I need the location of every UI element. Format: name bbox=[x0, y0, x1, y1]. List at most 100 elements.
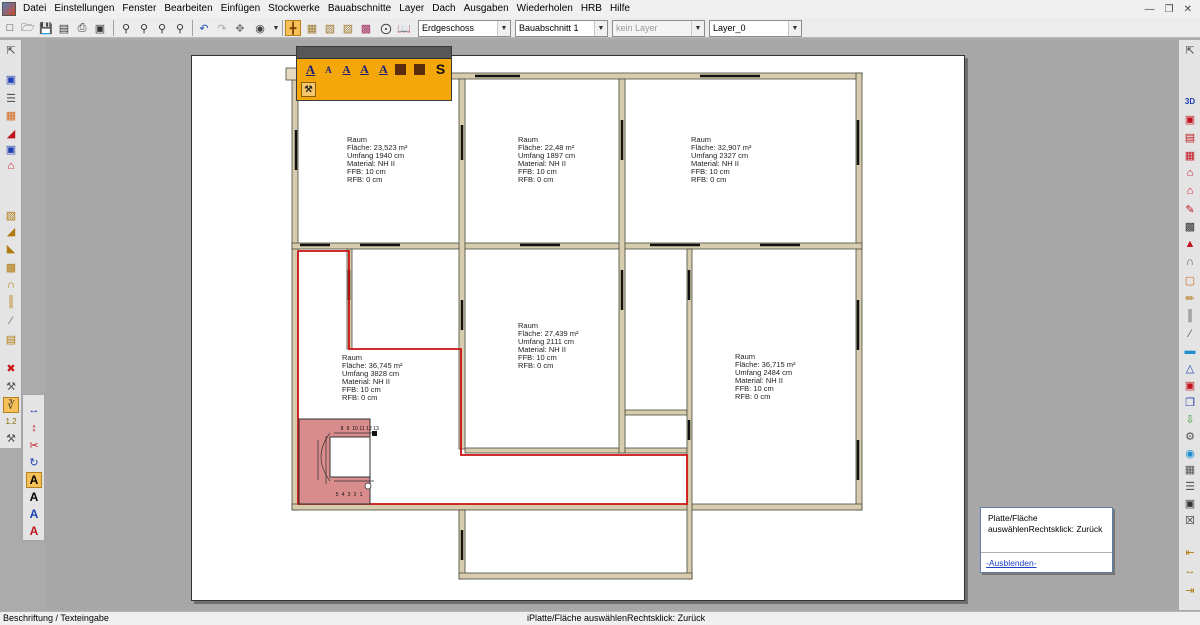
ramp-icon[interactable]: ◢ bbox=[3, 223, 19, 239]
text-medium-icon[interactable]: A bbox=[339, 62, 354, 77]
globe-icon[interactable]: ◉ bbox=[1182, 445, 1198, 461]
align-center-icon[interactable]: ↔ bbox=[1182, 563, 1198, 579]
layers-icon[interactable]: ☰ bbox=[3, 90, 19, 106]
align-right-icon[interactable]: ⇥ bbox=[1182, 582, 1198, 598]
book-icon[interactable]: 📖 bbox=[396, 20, 412, 36]
label-tool-icon[interactable]: ∛ bbox=[3, 397, 19, 413]
dimension-tool-icon[interactable]: ╋ bbox=[285, 20, 301, 36]
list-icon[interactable]: ☰ bbox=[1182, 478, 1198, 494]
menu-bearbeiten[interactable]: Bearbeiten bbox=[160, 0, 216, 18]
pointer-icon[interactable]: ⇱ bbox=[1182, 42, 1198, 58]
print-preview-icon[interactable]: ▤ bbox=[56, 20, 72, 36]
text-color-icon[interactable]: A bbox=[26, 506, 42, 522]
house-icon[interactable]: ⌂ bbox=[1182, 165, 1198, 181]
3d-view-icon[interactable]: 3D bbox=[1182, 93, 1198, 109]
menu-wiederholen[interactable]: Wiederholen bbox=[513, 0, 577, 18]
open-folder-icon[interactable]: 🗁 bbox=[20, 20, 36, 36]
measure-icon[interactable]: ⚒ bbox=[3, 430, 19, 446]
save-icon[interactable]: 💾 bbox=[38, 20, 54, 36]
filter-icon[interactable]: ⨀ bbox=[378, 20, 394, 36]
text-format-toolbar[interactable]: A A A A A S ⚒ bbox=[296, 46, 452, 101]
copy-icon[interactable]: ❐ bbox=[1182, 394, 1198, 410]
text-arrow-icon[interactable]: ↔ bbox=[26, 402, 42, 418]
wall-layer-icon[interactable]: ▨ bbox=[340, 20, 356, 36]
menu-ausgaben[interactable]: Ausgaben bbox=[460, 0, 513, 18]
wall-style-icon[interactable]: ▩ bbox=[358, 20, 374, 36]
close-icon[interactable]: ✕ bbox=[1184, 4, 1192, 15]
chevron-down-icon[interactable]: ▼ bbox=[497, 21, 510, 36]
text-settings-icon[interactable]: ⚒ bbox=[301, 82, 316, 97]
room-icon[interactable]: ▣ bbox=[3, 141, 19, 157]
elevation-icon[interactable]: ▦ bbox=[1182, 147, 1198, 163]
tools-icon[interactable]: ⚙ bbox=[1182, 428, 1198, 444]
menu-dach[interactable]: Dach bbox=[428, 0, 459, 18]
section-icon[interactable]: ▤ bbox=[1182, 129, 1198, 145]
section-select[interactable]: Bauabschnitt 1 ▼ bbox=[515, 20, 608, 37]
dimension-label-icon[interactable]: 1.2 bbox=[3, 413, 19, 429]
menu-einstellungen[interactable]: Einstellungen bbox=[50, 0, 118, 18]
minimize-icon[interactable]: — bbox=[1145, 4, 1155, 15]
menu-hrb[interactable]: HRB bbox=[577, 0, 606, 18]
toolbar-title-bar[interactable] bbox=[297, 47, 451, 59]
drawing-sheet[interactable] bbox=[191, 55, 965, 601]
undo-icon[interactable]: ↶ bbox=[196, 20, 212, 36]
text-tool-icon[interactable]: A bbox=[26, 472, 42, 488]
align-left-icon[interactable]: ⇤ bbox=[1182, 544, 1198, 560]
delete-icon[interactable]: ✖ bbox=[3, 360, 19, 376]
chevron-down-icon[interactable]: ▼ bbox=[788, 21, 801, 36]
wall-corner-icon[interactable]: ◢ bbox=[3, 125, 19, 141]
column-icon[interactable]: ║ bbox=[3, 294, 19, 310]
text-scissor-icon[interactable]: ✂ bbox=[26, 437, 42, 453]
arch-icon[interactable]: ∩ bbox=[3, 277, 19, 293]
arc-icon[interactable]: ∩ bbox=[1182, 254, 1198, 270]
panel-icon[interactable]: ▢ bbox=[1182, 272, 1198, 288]
elements-icon[interactable]: ▣ bbox=[1182, 377, 1198, 393]
edit-icon[interactable]: ⚒ bbox=[3, 378, 19, 394]
barcode-icon[interactable]: ║ bbox=[1182, 308, 1198, 324]
floor-select[interactable]: Erdgeschoss ▼ bbox=[418, 20, 511, 37]
text-xlarge-icon[interactable]: A bbox=[376, 62, 391, 77]
text-fill-icon[interactable] bbox=[414, 64, 425, 75]
floor-plan-icon[interactable]: ▣ bbox=[1182, 111, 1198, 127]
hide-tip-link[interactable]: -Ausblenden- bbox=[986, 558, 1037, 568]
frame-icon[interactable]: ▩ bbox=[1182, 218, 1198, 234]
text-move-icon[interactable]: ↕ bbox=[26, 420, 42, 436]
zoom-all-icon[interactable]: ⚲ bbox=[172, 20, 188, 36]
print-icon[interactable]: ⎙ bbox=[74, 20, 90, 36]
chevron-down-icon[interactable]: ▼ bbox=[691, 21, 704, 36]
new-file-icon[interactable]: □ bbox=[2, 20, 18, 36]
building-icon[interactable]: ▣ bbox=[3, 71, 19, 87]
menu-datei[interactable]: Datei bbox=[19, 0, 50, 18]
beam-icon[interactable]: ▩ bbox=[3, 259, 19, 275]
ruler-icon[interactable]: ✏ bbox=[1182, 290, 1198, 306]
restore-icon[interactable]: ❐ bbox=[1165, 4, 1174, 15]
roof-icon[interactable]: ▲ bbox=[1182, 236, 1198, 252]
menu-bauabschnitte[interactable]: Bauabschnitte bbox=[324, 0, 395, 18]
text-underline-icon[interactable]: A bbox=[303, 62, 318, 77]
house-3d-icon[interactable]: ⌂ bbox=[1182, 183, 1198, 199]
menu-einfuegen[interactable]: Einfügen bbox=[217, 0, 264, 18]
roof-beam-icon[interactable]: ◣ bbox=[3, 240, 19, 256]
text-style-icon[interactable]: A bbox=[26, 523, 42, 539]
document-icon[interactable]: ▣ bbox=[92, 20, 108, 36]
diagonal-line-icon[interactable]: ∕ bbox=[1182, 326, 1198, 342]
pencil-icon[interactable]: ✎ bbox=[1182, 201, 1198, 217]
text-frame-icon[interactable] bbox=[395, 64, 406, 75]
box-icon[interactable]: ▣ bbox=[1182, 495, 1198, 511]
text-s-icon[interactable]: S bbox=[433, 61, 448, 77]
menu-hilfe[interactable]: Hilfe bbox=[606, 0, 634, 18]
layer-filter-select[interactable]: kein Layer ▼ bbox=[612, 20, 705, 37]
text-bold-icon[interactable]: A bbox=[26, 489, 42, 505]
pointer-icon[interactable]: ⇱ bbox=[3, 42, 19, 58]
window-icon[interactable]: ▦ bbox=[3, 107, 19, 123]
menu-layer[interactable]: Layer bbox=[395, 0, 428, 18]
select-mode-icon[interactable]: ◉ bbox=[252, 20, 268, 36]
checkbox-icon[interactable]: ☒ bbox=[1182, 512, 1198, 528]
text-rotate-icon[interactable]: ↻ bbox=[26, 454, 42, 470]
pipe-icon[interactable]: ▬ bbox=[1182, 343, 1198, 359]
stairs-icon[interactable]: ▧ bbox=[3, 207, 19, 223]
zoom-out-icon[interactable]: ⚲ bbox=[136, 20, 152, 36]
furniture-icon[interactable]: ▤ bbox=[3, 331, 19, 347]
menu-fenster[interactable]: Fenster bbox=[118, 0, 160, 18]
wall-tool-icon[interactable]: ▦ bbox=[304, 20, 320, 36]
